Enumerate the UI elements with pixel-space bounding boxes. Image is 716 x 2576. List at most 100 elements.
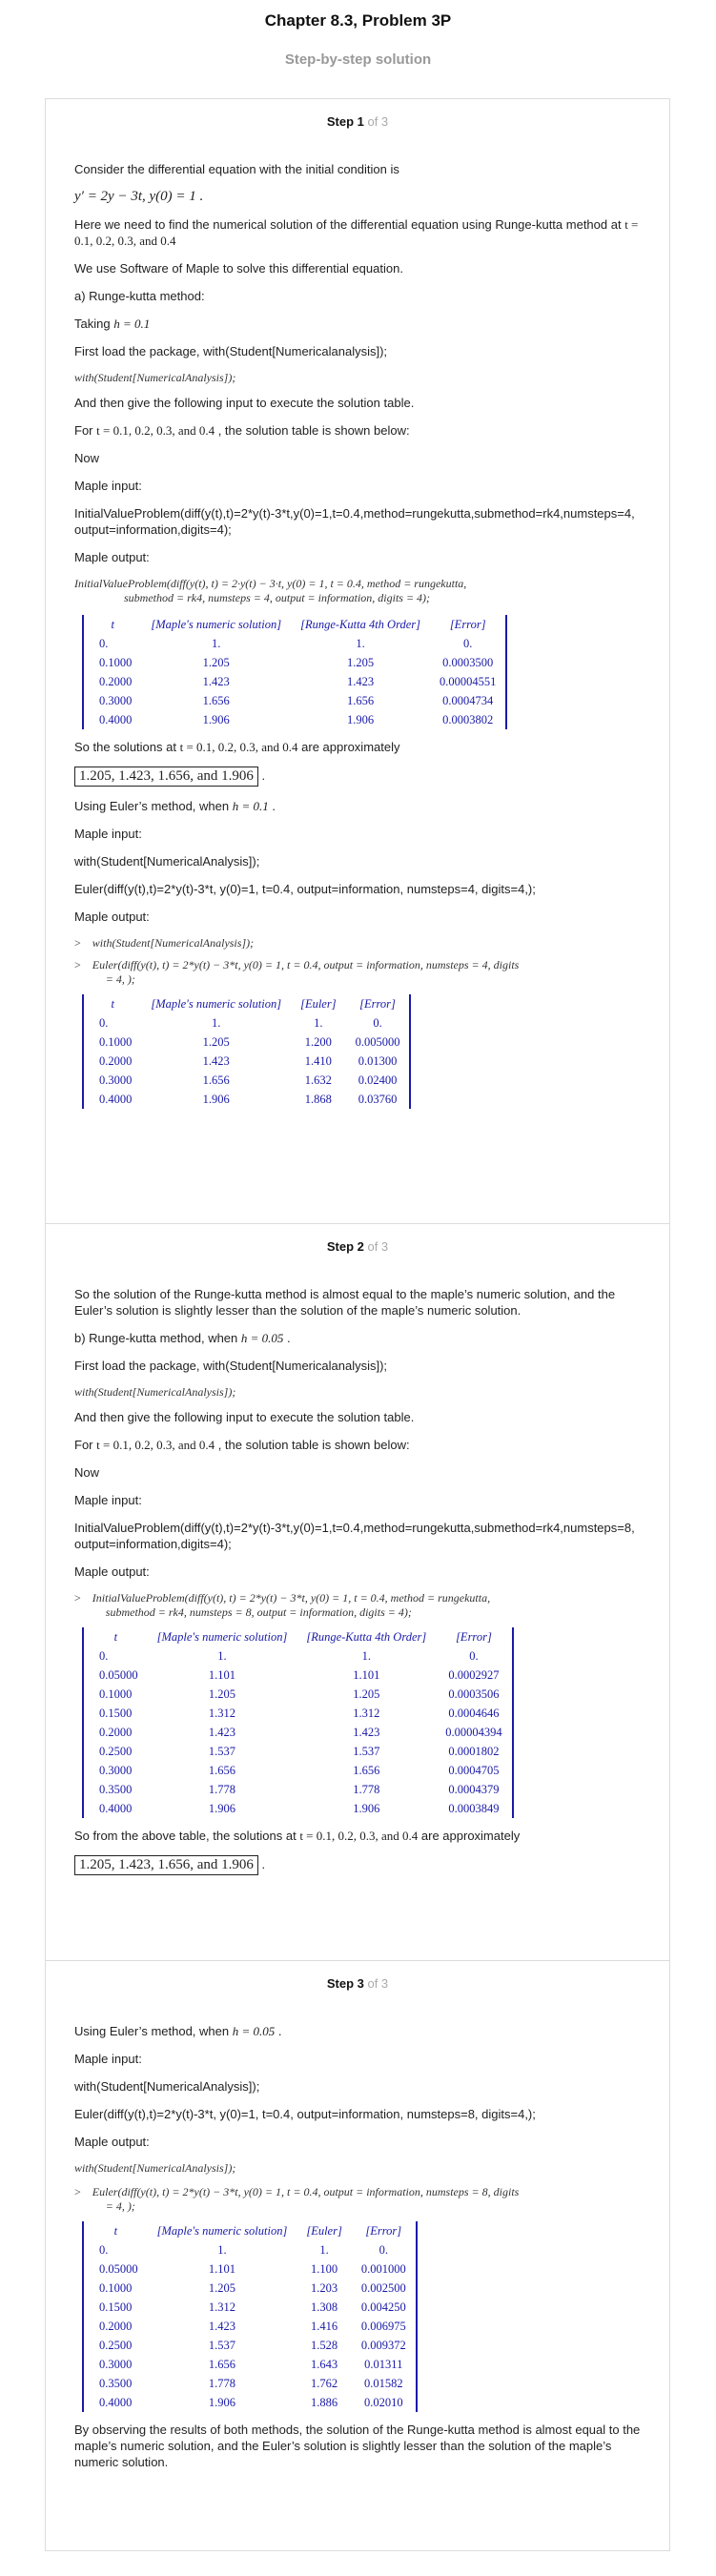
table-cell: 0.2500 <box>99 1744 133 1758</box>
table-cell: 1.423 <box>346 674 375 688</box>
table-cell: 1.205 <box>208 2280 236 2295</box>
table-row: 0.4000 1.906 1.906 0.0003849 <box>83 1799 513 1818</box>
table-cell: 1. <box>212 636 221 650</box>
table-cell: 1.906 <box>208 2395 236 2409</box>
step-1-heading: Step 1 of 3 <box>74 114 641 129</box>
maple-prompt: > Euler(diff(y(t), t) = 2*y(t) − 3*t, y(0… <box>74 958 520 986</box>
table-cell: 1.656 <box>202 693 230 707</box>
table-cell: 0.05000 <box>99 1667 138 1682</box>
table-cell: 0.2000 <box>99 674 133 688</box>
table-cell: 0.2000 <box>99 1725 133 1739</box>
table-cell: 0.3000 <box>99 1763 133 1777</box>
table-cell: 0.01582 <box>363 2376 403 2390</box>
table-row: 0. 1. 1. 0. <box>83 2240 417 2259</box>
table-header-cell: [Runge-Kutta 4th Order] <box>300 617 420 631</box>
table-row: 0.2500 1.537 1.537 0.0001802 <box>83 1742 513 1761</box>
step-1-card: Step 1 of 3 Consider the differential eq… <box>45 98 670 1223</box>
text: For t = 0.1, 0.2, 0.3, and 0.4 , the sol… <box>74 423 410 438</box>
table-cell: 1.656 <box>208 1763 236 1777</box>
text: Maple output: <box>74 1564 150 1579</box>
step-2-heading: Step 2 of 3 <box>74 1239 641 1254</box>
table-header-cell: [Error] <box>365 2223 402 2238</box>
euler-table: t [Maple's numeric solution] [Euler] [Error… <box>82 994 412 1109</box>
text: Using Euler’s method, when h = 0.1 . <box>74 799 276 813</box>
table-header-cell: [Maple's numeric solution] <box>156 2223 288 2238</box>
table-cell: 0.0004705 <box>448 1763 500 1777</box>
table-cell: 1.886 <box>311 2395 338 2409</box>
table-cell: 1. <box>217 1648 227 1663</box>
header: Chapter 8.3, Problem 3P Step-by-step sol… <box>0 0 716 72</box>
table-cell: 0.3000 <box>99 2357 133 2371</box>
table-header-cell: [Runge-Kutta 4th Order] <box>306 1629 427 1644</box>
table-cell: 0.03760 <box>358 1092 398 1106</box>
table-cell: 0.005000 <box>355 1034 400 1049</box>
table-row: 0.05000 1.101 1.101 0.0002927 <box>83 1666 513 1685</box>
table-cell: 0.1500 <box>99 1706 133 1720</box>
boxed-answer: 1.205, 1.423, 1.656, and 1.906 . <box>74 767 641 787</box>
table-cell: 0. <box>463 636 473 650</box>
table-row: 0.1500 1.312 1.312 0.0004646 <box>83 1704 513 1723</box>
table-header-row: t [Maple's numeric solution] [Euler] [Error… <box>83 2221 417 2240</box>
text: InitialValueProblem(diff(y(t),t)=2*y(t)-… <box>74 506 635 537</box>
maple-command: with(Student[NumericalAnalysis]); <box>74 2161 236 2175</box>
step-label: Step 1 <box>326 114 364 129</box>
table-cell: 0.00004551 <box>440 674 497 688</box>
table-cell: 0.2500 <box>99 2338 133 2352</box>
table-cell: 1.656 <box>208 2357 236 2371</box>
table-cell: 1.778 <box>208 1782 236 1796</box>
table-header-cell: t <box>113 1629 118 1644</box>
maple-command: InitialValueProblem(diff(y(t), t) = 2·y(… <box>74 577 467 604</box>
text: Now <box>74 451 100 465</box>
maple-prompt: > with(Student[NumericalAnalysis]); <box>74 936 255 950</box>
table-cell: 1.205 <box>202 1034 230 1049</box>
table-cell: 1.656 <box>353 1763 380 1777</box>
table-header-cell: [Error] <box>449 617 486 631</box>
text: InitialValueProblem(diff(y(t),t)=2*y(t)-… <box>74 1521 635 1551</box>
table-cell: 0.4000 <box>99 1801 133 1815</box>
table-cell: 1.632 <box>304 1073 332 1087</box>
table-cell: 1.868 <box>304 1092 332 1106</box>
table-cell: 1.312 <box>208 2300 236 2314</box>
table-cell: 1.537 <box>208 1744 236 1758</box>
equation: y′ = 2y − 3t, y(0) = 1 . <box>74 189 204 204</box>
table-cell: 0.4000 <box>99 712 133 726</box>
table-cell: 0.1000 <box>99 1034 133 1049</box>
table-header-cell: [Maple's numeric solution] <box>151 617 282 631</box>
text: We use Software of Maple to solve this d… <box>74 261 403 276</box>
text: Maple output: <box>74 910 150 924</box>
table-cell: 0.009372 <box>360 2338 406 2352</box>
table-cell: 1. <box>361 1648 371 1663</box>
table-cell: 1.656 <box>202 1073 230 1087</box>
table-cell: 1. <box>212 1015 221 1030</box>
table-cell: 1.200 <box>304 1034 332 1049</box>
table-cell: 0.01311 <box>364 2357 403 2371</box>
table-cell: 1.205 <box>353 1687 380 1701</box>
table-cell: 0. <box>373 1015 382 1030</box>
maple-prompt: > Euler(diff(y(t), t) = 2*y(t) − 3*t, y(0… <box>74 2185 520 2213</box>
table-row: 0.2000 1.423 1.416 0.006975 <box>83 2317 417 2336</box>
table-cell: 1.906 <box>346 712 375 726</box>
text: And then give the following input to exe… <box>74 1410 415 1424</box>
maple-prompt: > InitialValueProblem(diff(y(t), t) = 2*y… <box>74 1591 491 1619</box>
table-cell: 0.0003849 <box>448 1801 500 1815</box>
table-header-cell: [Euler] <box>306 2223 342 2238</box>
table-cell: 0.2000 <box>99 1053 133 1068</box>
table-cell: 1.416 <box>311 2319 338 2333</box>
text: So the solutions at t = 0.1, 0.2, 0.3, a… <box>74 740 400 754</box>
text: And then give the following input to exe… <box>74 396 415 410</box>
table-cell: 1.423 <box>202 674 230 688</box>
table-cell: 0.1000 <box>99 1687 133 1701</box>
maple-command: with(Student[NumericalAnalysis]); <box>74 371 236 384</box>
table-row: 0.1000 1.205 1.205 0.0003506 <box>83 1685 513 1704</box>
table-cell: 0.4000 <box>99 2395 133 2409</box>
table-cell: 0.001000 <box>360 2261 406 2276</box>
table-row: 0.1000 1.205 1.203 0.002500 <box>83 2279 417 2298</box>
text: with(Student[NumericalAnalysis]); <box>74 854 260 869</box>
table-row: 0. 1. 1. 0. <box>83 1646 513 1666</box>
text: First load the package, with(Student[Num… <box>74 1359 388 1373</box>
table-cell: 1.423 <box>202 1053 230 1068</box>
table-cell: 0.02400 <box>358 1073 398 1087</box>
table-cell: 0.0004734 <box>442 693 494 707</box>
table-cell: 1.100 <box>311 2261 338 2276</box>
table-row: 0.2500 1.537 1.528 0.009372 <box>83 2336 417 2355</box>
